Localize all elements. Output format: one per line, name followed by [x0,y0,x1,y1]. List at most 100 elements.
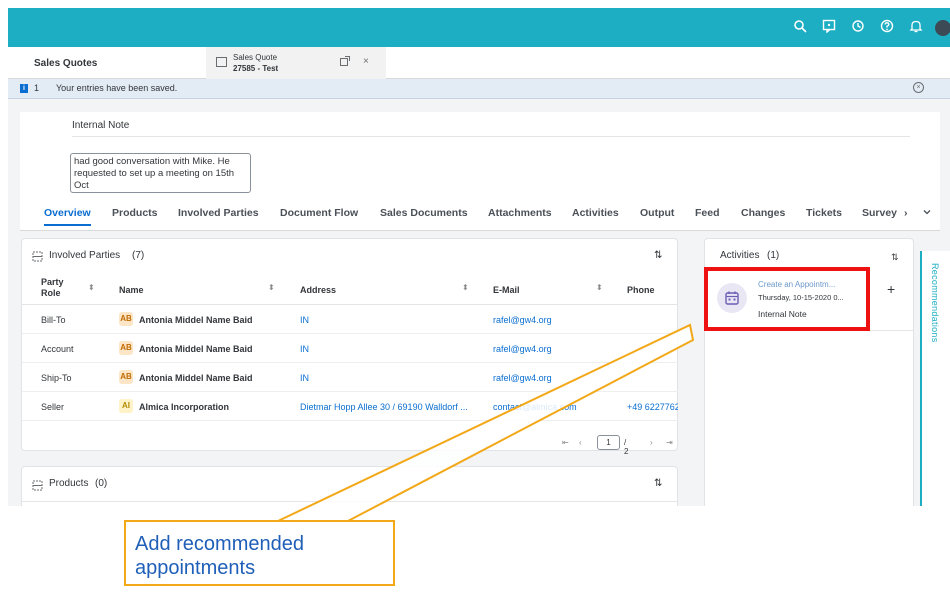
last-page-icon[interactable]: ⇥ [666,438,673,447]
party-phone[interactable]: +49 6227762 [627,402,678,412]
sort-arrows-icon[interactable]: ⬍ [596,283,603,292]
party-name[interactable]: Antonia Middel Name Baid [139,315,253,325]
activities-title: Activities [720,250,760,261]
close-tab-icon[interactable]: × [363,56,369,67]
highlight-box [704,267,870,331]
section-tab-bar: Overview Products Involved Parties Docum… [20,207,940,231]
table-icon [32,480,43,493]
tab-title: Sales Quote [233,53,278,62]
page-total: / 2 [624,438,629,456]
message-text: Your entries have been saved. [56,83,178,93]
callout-line-2: appointments [135,557,256,579]
message-strip: i 1 Your entries have been saved. × [8,79,950,99]
party-email[interactable]: rafel@gw4.org [493,344,552,354]
search-icon[interactable] [791,19,809,37]
tab-activities[interactable]: Activities [572,207,619,219]
table-icon [32,251,43,264]
tabs-overflow-icon[interactable]: › [904,207,908,219]
column-name[interactable]: Name [119,285,144,295]
involved-parties-card: Involved Parties (7) ⇅ Party Role ⬍ Name… [21,238,678,456]
sort-icon[interactable]: ⇅ [654,478,662,489]
table-row[interactable]: Account AB Antonia Middel Name Baid IN r… [22,334,678,363]
party-address[interactable]: Dietmar Hopp Allee 30 / 69190 Walldorf .… [300,402,468,412]
user-avatar[interactable] [935,20,950,36]
tab-output[interactable]: Output [640,207,674,219]
page-input[interactable]: 1 [597,435,620,450]
chevron-down-icon[interactable] [922,207,932,220]
tab-changes[interactable]: Changes [741,207,785,219]
party-email[interactable]: rafel@gw4.org [493,315,552,325]
next-page-icon[interactable]: › [650,438,653,447]
column-address[interactable]: Address [300,285,336,295]
party-role: Ship-To [41,373,72,383]
tab-overview[interactable]: Overview [44,207,91,226]
column-phone[interactable]: Phone [627,285,655,295]
avatar: AB [119,370,133,384]
add-activity-button[interactable]: + [887,281,895,297]
table-header: Party Role ⬍ Name ⬍ Address ⬍ E-Mail ⬍ P… [22,275,678,305]
table-row[interactable]: Seller AI Almica Incorporation Dietmar H… [22,392,678,421]
tab-sales-documents[interactable]: Sales Documents [380,207,468,219]
sort-icon[interactable]: ⇅ [654,250,662,261]
divider [72,136,910,137]
party-name[interactable]: Antonia Middel Name Baid [139,344,253,354]
history-icon[interactable] [849,19,867,37]
party-email[interactable]: contact@almica.com [493,402,577,412]
sort-arrows-icon[interactable]: ⬍ [462,283,469,292]
tab-strip: Sales Quotes Sales Quote 27585 - Test × [8,47,950,79]
tab-involved-parties[interactable]: Involved Parties [178,207,259,219]
tab-feed[interactable]: Feed [695,207,720,219]
party-name[interactable]: Almica Incorporation [139,402,229,412]
party-role: Account [41,344,74,354]
tab-tickets[interactable]: Tickets [806,207,842,219]
sort-icon[interactable]: ⇅ [891,252,899,263]
tab-subtitle: 27585 - Test [233,64,279,73]
feedback-icon[interactable] [820,19,838,37]
app-shell: Sales Quotes Sales Quote 27585 - Test × … [8,8,950,506]
recommendations-panel[interactable]: Recommendations [920,251,950,506]
shell-header [8,8,950,47]
help-icon[interactable] [878,19,896,37]
tab-survey[interactable]: Survey [862,207,900,219]
tab-document-flow[interactable]: Document Flow [280,207,358,219]
tab-sales-quotes[interactable]: Sales Quotes [34,58,97,69]
column-email[interactable]: E-Mail [493,285,520,295]
column-party-role-line2: Role [41,288,61,298]
message-count[interactable]: 1 [34,83,39,93]
close-message-icon[interactable]: × [913,82,924,93]
header-area: Internal Note had good conversation with… [20,112,940,207]
tab-attachments[interactable]: Attachments [488,207,552,219]
table-row[interactable]: Ship-To AB Antonia Middel Name Baid IN r… [22,363,678,392]
callout-box: Add recommended appointments [124,520,395,586]
products-card: Products (0) ⇅ [21,466,678,506]
sort-arrows-icon[interactable]: ⬍ [268,283,275,292]
callout-line-1: Add recommended [135,533,304,555]
party-role: Bill-To [41,315,66,325]
avatar: AB [119,312,133,326]
party-email[interactable]: rafel@gw4.org [493,373,552,383]
column-party-role[interactable]: Party [41,277,64,287]
avatar: AB [119,341,133,355]
involved-parties-count: (7) [132,250,145,261]
first-page-icon[interactable]: ⇤ [562,438,569,447]
internal-note-textarea[interactable]: had good conversation with Mike. He requ… [70,153,251,193]
previous-page-icon[interactable]: ‹ [579,438,582,447]
party-address[interactable]: IN [300,373,309,383]
party-role: Seller [41,402,65,412]
recommendations-label[interactable]: Recommendations [930,263,940,343]
sort-arrows-icon[interactable]: ⬍ [88,283,95,292]
products-count: (0) [95,478,108,489]
party-name[interactable]: Antonia Middel Name Baid [139,373,253,383]
avatar: AI [119,399,133,413]
notifications-icon[interactable] [907,19,925,37]
tab-sales-quote-27585[interactable]: Sales Quote 27585 - Test × [206,47,386,79]
involved-parties-title: Involved Parties [49,250,121,261]
tab-products[interactable]: Products [112,207,158,219]
party-address[interactable]: IN [300,344,309,354]
products-title: Products [49,478,89,489]
table-row[interactable]: Bill-To AB Antonia Middel Name Baid IN r… [22,305,678,334]
info-icon: i [20,84,28,93]
open-new-window-icon[interactable] [340,56,350,69]
internal-note-label: Internal Note [72,120,130,131]
party-address[interactable]: IN [300,315,309,325]
